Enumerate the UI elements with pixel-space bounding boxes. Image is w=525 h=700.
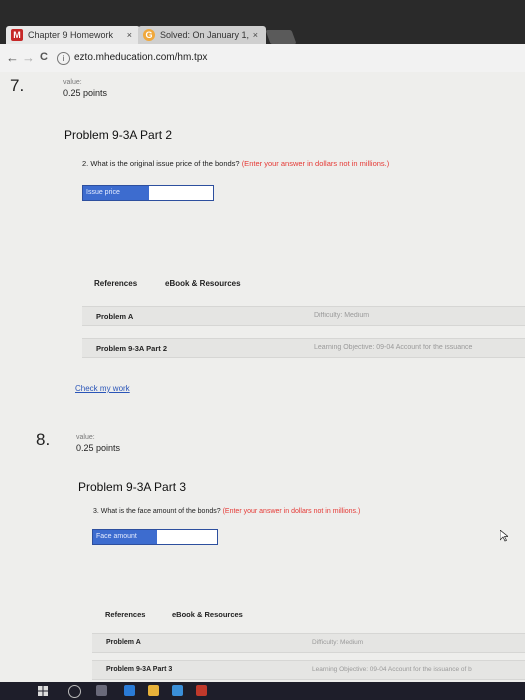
store-icon[interactable] (172, 685, 183, 696)
row-label: Problem 9-3A Part 2 (96, 344, 167, 353)
question-text: 3. What is the face amount of the bonds?… (93, 508, 360, 515)
tab-ebook-resources[interactable]: eBook & Resources (165, 279, 241, 288)
browser-tab-bar: M Chapter 9 Homework × G Solved: On Janu… (0, 0, 525, 44)
row-meta: Difficulty: Medium (312, 639, 364, 646)
file-explorer-icon[interactable] (148, 685, 159, 696)
mcgraw-hill-favicon-icon: M (11, 29, 23, 41)
tab-close-icon[interactable]: × (127, 26, 132, 44)
row-label: Problem 9-3A Part 3 (106, 666, 173, 673)
issue-price-input[interactable]: Issue price (82, 185, 214, 201)
tab-close-icon[interactable]: × (253, 26, 258, 44)
problem-title: Problem 9-3A Part 3 (78, 480, 187, 494)
row-label: Problem A (106, 639, 141, 646)
question-hint: (Enter your answer in dollars not in mil… (222, 508, 361, 515)
reference-row: Problem A Difficulty: Medium (82, 306, 525, 326)
input-label: Face amount (93, 530, 157, 544)
row-meta: Learning Objective: 09-04 Account for th… (312, 666, 472, 673)
question-prompt: 3. What is the face amount of the bonds? (93, 508, 221, 515)
page-content: 7. value: 0.25 points Problem 9-3A Part … (0, 72, 525, 682)
question-number: 8. (36, 430, 51, 449)
tab-references[interactable]: References (94, 279, 137, 288)
windows-start-icon[interactable] (38, 686, 48, 696)
question-number: 7. (10, 76, 25, 95)
search-icon[interactable] (68, 685, 81, 698)
reference-row: Problem 9-3A Part 3 Learning Objective: … (92, 660, 525, 680)
check-my-work-link[interactable]: Check my work (75, 384, 130, 393)
value-label: value: (63, 79, 82, 86)
tab-ebook-resources[interactable]: eBook & Resources (172, 610, 243, 619)
row-meta: Difficulty: Medium (314, 312, 370, 319)
reference-row: Problem A Difficulty: Medium (92, 633, 525, 653)
mouse-cursor-icon (500, 530, 508, 542)
problem-title: Problem 9-3A Part 2 (64, 128, 173, 142)
address-bar: ← → C i ezto.mheducation.com/hm.tpx (0, 44, 525, 73)
face-amount-input[interactable]: Face amount (92, 529, 218, 545)
value-label: value: (76, 434, 95, 441)
reference-row: Problem 9-3A Part 2 Learning Objective: … (82, 338, 525, 358)
question-text: 2. What is the original issue price of t… (82, 159, 389, 168)
question-prompt: 2. What is the original issue price of t… (82, 159, 240, 168)
app-icon[interactable] (196, 685, 207, 696)
tab-chapter-9-homework[interactable]: M Chapter 9 Homework × (6, 26, 140, 44)
points-text: 0.25 points (76, 443, 121, 453)
new-tab-button[interactable] (265, 30, 297, 44)
tab-solved[interactable]: G Solved: On January 1, × (138, 26, 266, 44)
edge-browser-icon[interactable] (124, 685, 135, 696)
row-label: Problem A (96, 312, 134, 321)
task-view-icon[interactable] (96, 685, 107, 696)
tab-references[interactable]: References (105, 610, 145, 619)
tab-label: Chapter 9 Homework (28, 30, 114, 40)
question-hint: (Enter your answer in dollars not in mil… (241, 159, 390, 168)
reload-icon[interactable]: C (40, 51, 48, 63)
site-info-icon[interactable]: i (57, 52, 70, 65)
windows-taskbar (0, 682, 525, 700)
chegg-favicon-icon: G (143, 29, 155, 41)
url-text[interactable]: ezto.mheducation.com/hm.tpx (74, 52, 207, 63)
back-arrow-icon[interactable]: ← (6, 50, 19, 65)
points-text: 0.25 points (63, 88, 108, 98)
tab-label: Solved: On January 1, (160, 30, 250, 40)
row-meta: Learning Objective: 09-04 Account for th… (314, 344, 473, 351)
input-label: Issue price (83, 186, 149, 200)
forward-arrow-icon[interactable]: → (22, 50, 35, 65)
